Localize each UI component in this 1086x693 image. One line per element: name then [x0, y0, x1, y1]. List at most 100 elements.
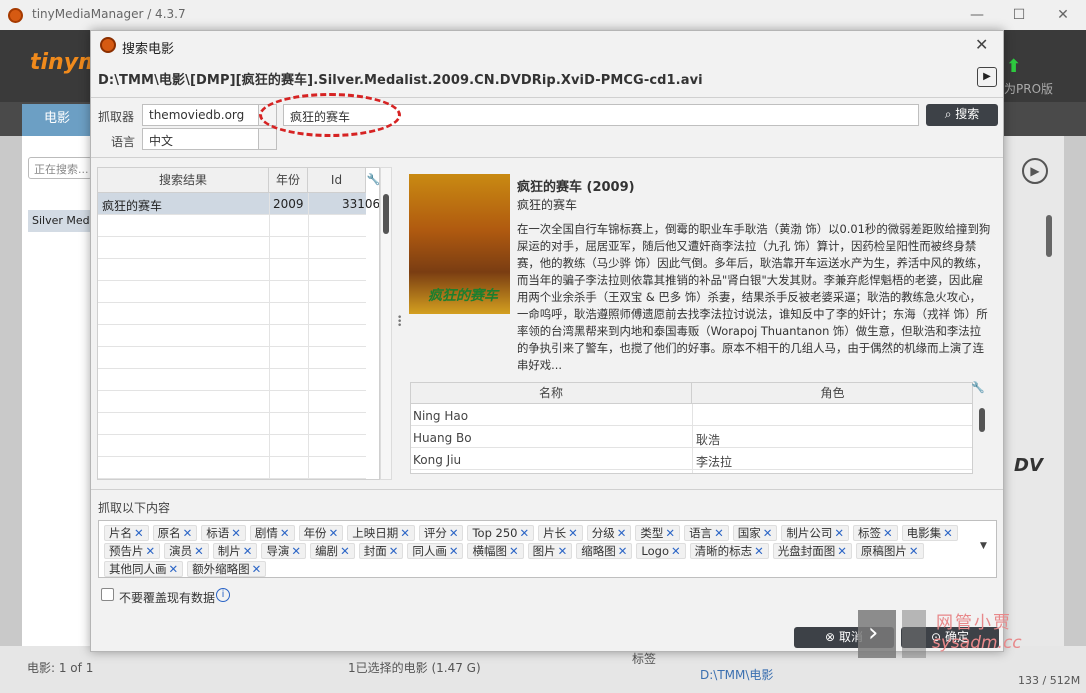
remove-chip-icon[interactable]: ✕ [754, 544, 764, 558]
scrape-option-chip[interactable]: 光盘封面图 ✕ [772, 543, 852, 559]
table-row[interactable]: Ning Hao [411, 404, 972, 426]
scrape-option-chip[interactable]: 标语 ✕ [201, 525, 246, 541]
upgrade-pro-label[interactable]: 为PRO版 [1004, 80, 1053, 97]
scrape-option-chip[interactable]: 分级 ✕ [586, 525, 632, 541]
maximize-icon[interactable]: ☐ [1008, 4, 1030, 26]
remove-chip-icon[interactable]: ✕ [837, 544, 847, 558]
remove-chip-icon[interactable]: ✕ [834, 526, 844, 540]
remove-chip-icon[interactable]: ✕ [146, 544, 156, 558]
detail-scrollbar[interactable] [1046, 215, 1052, 257]
scrape-option-chip[interactable]: 类型 ✕ [635, 525, 681, 541]
scrape-option-chip[interactable]: 导演 ✕ [261, 543, 307, 559]
scrape-option-chip[interactable]: 同人画 ✕ [407, 543, 464, 559]
scrape-option-chip[interactable]: 制片公司 ✕ [781, 525, 849, 541]
play-file-icon[interactable]: ▶ [977, 67, 997, 87]
remove-chip-icon[interactable]: ✕ [520, 526, 530, 540]
remove-chip-icon[interactable]: ✕ [183, 526, 193, 540]
dialog-close-icon[interactable]: ✕ [975, 35, 988, 54]
remove-chip-icon[interactable]: ✕ [134, 526, 144, 540]
column-header-name[interactable]: 名称 [411, 383, 692, 404]
tab-movies[interactable]: 电影 [22, 104, 92, 136]
remove-chip-icon[interactable]: ✕ [617, 526, 627, 540]
remove-chip-icon[interactable]: ✕ [558, 544, 568, 558]
remove-chip-icon[interactable]: ✕ [291, 544, 301, 558]
wrench-icon[interactable]: 🔧 [971, 381, 985, 394]
chevron-down-icon[interactable]: ▼ [980, 541, 987, 551]
results-scrollbar-thumb[interactable] [383, 194, 389, 234]
scrape-options-box[interactable]: 片名 ✕ 原名 ✕ 标语 ✕ 剧情 ✕ 年份 ✕ 上映日期 ✕ 评分 ✕ Top 250 ✕ 片长 ✕ 分级 ✕ 类型 ✕… [98, 520, 997, 578]
scrape-option-chip[interactable]: 评分 ✕ [418, 525, 464, 541]
remove-chip-icon[interactable]: ✕ [449, 544, 459, 558]
language-select[interactable]: 中文 [142, 128, 259, 150]
search-button[interactable]: ⌕ 搜索 [926, 104, 998, 126]
scrape-option-chip[interactable]: 封面 ✕ [358, 543, 404, 559]
no-overwrite-checkbox[interactable] [101, 588, 114, 601]
remove-chip-icon[interactable]: ✕ [243, 544, 253, 558]
scrape-option-chip[interactable]: 其他同人画 ✕ [104, 561, 184, 577]
column-header-id[interactable]: Id [308, 168, 366, 193]
column-header-title[interactable]: 搜索结果 [98, 168, 269, 193]
remove-chip-icon[interactable]: ✕ [252, 562, 262, 576]
wrench-icon[interactable]: 🔧 [366, 168, 379, 193]
scrape-option-chip[interactable]: 国家 ✕ [732, 525, 778, 541]
remove-chip-icon[interactable]: ✕ [340, 544, 350, 558]
scrape-option-chip[interactable]: 电影集 ✕ [901, 525, 958, 541]
scrape-option-chip[interactable]: Logo ✕ [636, 543, 686, 559]
table-row[interactable]: 疯狂的赛车 2009 33106 [98, 193, 379, 215]
remove-chip-icon[interactable]: ✕ [280, 526, 290, 540]
scrape-option-chip[interactable]: 预告片 ✕ [104, 543, 161, 559]
info-icon[interactable]: i [216, 588, 230, 602]
remove-chip-icon[interactable]: ✕ [400, 526, 410, 540]
remove-chip-icon[interactable]: ✕ [169, 562, 179, 576]
scrape-option-chip[interactable]: 剧情 ✕ [249, 525, 295, 541]
scrape-option-chip[interactable]: 年份 ✕ [298, 525, 344, 541]
remove-chip-icon[interactable]: ✕ [909, 544, 919, 558]
table-row[interactable]: Kong Jiu 李法拉 [411, 448, 972, 470]
scrape-option-chip[interactable]: 演员 ✕ [164, 543, 209, 559]
scrape-option-chip[interactable]: 原稿图片 ✕ [855, 543, 924, 559]
minimize-icon[interactable]: — [966, 4, 988, 26]
scrape-option-chip[interactable]: 片名 ✕ [104, 525, 149, 541]
language-dropdown-arrow[interactable] [259, 128, 277, 150]
scrape-option-chip[interactable]: 制片 ✕ [212, 543, 258, 559]
remove-chip-icon[interactable]: ✕ [665, 526, 675, 540]
split-pane-handle[interactable]: • • • [397, 314, 402, 331]
scrape-option-chip[interactable]: 额外缩略图 ✕ [187, 561, 267, 577]
movie-search-input[interactable]: 正在搜索... [28, 157, 92, 179]
scrape-option-chip[interactable]: 缩略图 ✕ [576, 543, 633, 559]
remove-chip-icon[interactable]: ✕ [509, 544, 519, 558]
remove-chip-icon[interactable]: ✕ [329, 526, 339, 540]
no-overwrite-label[interactable]: 不要覆盖现有数据 [119, 589, 215, 606]
scrape-option-chip[interactable]: 编剧 ✕ [310, 543, 355, 559]
column-header-role[interactable]: 角色 [692, 383, 972, 404]
remove-chip-icon[interactable]: ✕ [671, 544, 681, 558]
play-icon[interactable]: ▶ [1022, 158, 1048, 184]
upgrade-arrow-icon[interactable]: ⬆ [1006, 56, 1021, 77]
scrape-option-chip[interactable]: 上映日期 ✕ [347, 525, 415, 541]
remove-chip-icon[interactable]: ✕ [714, 526, 724, 540]
remove-chip-icon[interactable]: ✕ [618, 544, 628, 558]
column-header-year[interactable]: 年份 [269, 168, 308, 193]
movie-list-item[interactable]: Silver Med [28, 210, 92, 232]
close-window-icon[interactable]: ✕ [1052, 4, 1074, 26]
cast-scrollbar-thumb[interactable] [979, 408, 985, 432]
remove-chip-icon[interactable]: ✕ [883, 526, 893, 540]
scrape-option-chip[interactable]: 标签 ✕ [852, 525, 898, 541]
remove-chip-icon[interactable]: ✕ [389, 544, 399, 558]
remove-chip-icon[interactable]: ✕ [194, 544, 204, 558]
scrape-option-chip[interactable]: 图片 ✕ [527, 543, 573, 559]
remove-chip-icon[interactable]: ✕ [763, 526, 773, 540]
remove-chip-icon[interactable]: ✕ [231, 526, 241, 540]
scrape-option-chip[interactable]: 语言 ✕ [684, 525, 729, 541]
scrape-option-chip[interactable]: Top 250 ✕ [467, 525, 535, 541]
scraper-select[interactable]: themoviedb.org [142, 104, 259, 126]
remove-chip-icon[interactable]: ✕ [568, 526, 578, 540]
remove-chip-icon[interactable]: ✕ [943, 526, 953, 540]
scrape-option-chip[interactable]: 清晰的标志 ✕ [689, 543, 769, 559]
movie-path-link[interactable]: D:\TMM\电影 [700, 666, 773, 683]
scrape-option-chip[interactable]: 原名 ✕ [152, 525, 198, 541]
scrape-option-chip[interactable]: 片长 ✕ [538, 525, 583, 541]
remove-chip-icon[interactable]: ✕ [449, 526, 459, 540]
scrape-option-chip[interactable]: 横幅图 ✕ [467, 543, 524, 559]
table-row[interactable]: Huang Bo 耿浩 [411, 426, 972, 448]
